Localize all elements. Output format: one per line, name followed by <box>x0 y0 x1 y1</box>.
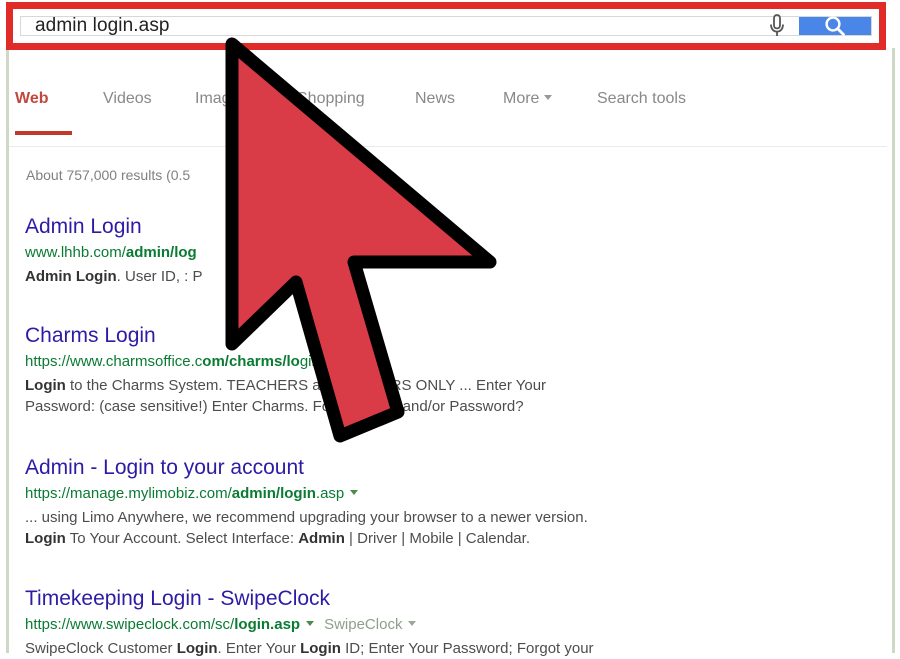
tab-shopping[interactable]: Shopping <box>297 88 365 110</box>
tab-more-label: More <box>503 90 540 107</box>
snippet-text: . Enter Your <box>217 640 301 657</box>
tab-web[interactable]: Web <box>15 88 48 110</box>
result-url-prefix: www.lhhb.com/ <box>25 244 126 261</box>
result-snippet: ... using Limo Anywhere, we recommend up… <box>25 507 865 549</box>
page-right-border <box>892 48 895 653</box>
tab-images[interactable]: Images <box>195 88 247 110</box>
result-title-text: Admin - Login to your account <box>25 456 304 479</box>
snippet-line: SwipeClock Customer Login. Enter Your Lo… <box>25 638 865 659</box>
chevron-down-icon[interactable] <box>306 620 315 626</box>
tab-videos-label: Videos <box>103 90 152 107</box>
search-submit-button[interactable] <box>799 16 871 36</box>
result-url-prefix: https://www.swipeclock.com/sc/ <box>25 616 235 633</box>
snippet-text: . User ID, : P <box>116 268 203 285</box>
result-url-prefix: https://www.charmsoffice.c <box>25 353 203 370</box>
snippet-bold: Login <box>25 377 66 394</box>
search-result-item: Admin Login www.lhhb.com/admin/log Admin… <box>25 214 865 287</box>
snippet-text: | Driver | Mobile | Calendar. <box>344 530 530 547</box>
tab-shopping-label: Shopping <box>297 90 365 107</box>
tab-news-label: News <box>415 90 456 107</box>
search-bar[interactable] <box>20 14 872 36</box>
snippet-text: gin and/or Password? <box>378 398 524 415</box>
result-title-link[interactable]: Timekeeping Login - SwipeClock <box>25 586 865 612</box>
chevron-down-icon[interactable] <box>408 620 417 626</box>
snippet-line: Login to the Charms System. TEACHERS and… <box>25 375 865 396</box>
result-url-highlight: admin/log <box>125 244 197 261</box>
result-title-link[interactable]: Admin - Login to your account <box>25 455 865 481</box>
snippet-bold: Admin <box>298 530 345 547</box>
snippet-bold: Admin Login <box>25 268 117 285</box>
result-stats: About 757,000 results (0.5 <box>26 167 191 183</box>
snippet-bold: Lo <box>360 398 379 415</box>
result-snippet: Login to the Charms System. TEACHERS and… <box>25 375 865 417</box>
result-url[interactable]: https://www.swipeclock.com/sc/login.asp S… <box>25 614 865 635</box>
result-sitelink-label[interactable]: SwipeClock <box>324 616 402 633</box>
result-title-link[interactable]: Charms Login <box>25 323 865 349</box>
snippet-bold: Login <box>25 530 66 547</box>
search-bar-highlight-box <box>6 2 886 50</box>
result-url-highlight: login.asp <box>234 616 301 633</box>
search-input[interactable] <box>21 17 755 35</box>
active-tab-underline <box>15 131 72 135</box>
snippet-text: To Your Account. Select Interface: <box>65 530 299 547</box>
result-title-link[interactable]: Admin Login <box>25 214 865 240</box>
search-results-page: Web Videos Images Shopping News More Sea… <box>0 0 900 657</box>
tab-more[interactable]: More <box>503 88 553 110</box>
chevron-down-icon[interactable] <box>354 357 363 363</box>
snippet-text: to the Charms System. TEACHERS and HELPE… <box>65 377 547 394</box>
snippet-bold: Login <box>300 640 341 657</box>
snippet-line: ... using Limo Anywhere, we recommend up… <box>25 507 865 528</box>
search-vertical-tabs: Web Videos Images Shopping News More Sea… <box>9 88 889 135</box>
search-result-item: Charms Login https://www.charmsoffice.co… <box>25 323 865 417</box>
result-url[interactable]: www.lhhb.com/admin/log <box>25 242 865 263</box>
snippet-line: Password: (case sensitive!) Enter Charms… <box>25 396 865 417</box>
snippet-text: SwipeClock Customer <box>25 640 177 657</box>
result-url-prefix: https://manage.mylimobiz.com/ <box>25 485 232 502</box>
tab-news[interactable]: News <box>415 88 455 110</box>
result-title-text: Admin Login <box>25 215 142 238</box>
chevron-down-icon[interactable] <box>350 489 359 495</box>
tab-images-label: Images <box>195 90 248 107</box>
result-snippet: Admin Login. User ID, : P <box>25 266 865 287</box>
snippet-text: Password: (case sensitive!) Enter Charms… <box>25 398 361 415</box>
result-title-text: Charms Login <box>25 324 156 347</box>
result-url-suffix: gin.asp <box>299 353 349 370</box>
page-left-border <box>6 48 9 653</box>
snippet-bold: Login <box>176 640 218 657</box>
result-title-text: Timekeeping Login - SwipeClock <box>25 587 331 610</box>
result-url-suffix: .asp <box>315 485 345 502</box>
search-result-item: Admin - Login to your account https://ma… <box>25 455 865 549</box>
snippet-line: Admin Login. User ID, : P <box>25 268 203 285</box>
tab-web-label: Web <box>15 90 49 107</box>
result-url-highlight: admin/login <box>231 485 316 502</box>
microphone-icon[interactable] <box>755 14 799 36</box>
result-url-highlight: om/charms/lo <box>202 353 300 370</box>
tab-search-tools-label: Search tools <box>597 90 686 107</box>
tab-videos[interactable]: Videos <box>103 88 152 110</box>
search-result-item: Timekeeping Login - SwipeClock https://w… <box>25 586 865 659</box>
result-snippet: SwipeClock Customer Login. Enter Your Lo… <box>25 638 865 659</box>
snippet-text: ID; Enter Your Password; Forgot your <box>340 640 594 657</box>
result-url[interactable]: https://manage.mylimobiz.com/admin/login… <box>25 483 865 504</box>
snippet-line: Login To Your Account. Select Interface:… <box>25 528 865 549</box>
chevron-down-icon <box>544 95 553 101</box>
tabs-divider <box>9 146 887 147</box>
tab-search-tools[interactable]: Search tools <box>597 88 686 110</box>
snippet-text: ... using Limo Anywhere, we recommend up… <box>25 509 588 526</box>
search-icon <box>825 16 845 36</box>
result-url[interactable]: https://www.charmsoffice.com/charms/logi… <box>25 351 865 372</box>
